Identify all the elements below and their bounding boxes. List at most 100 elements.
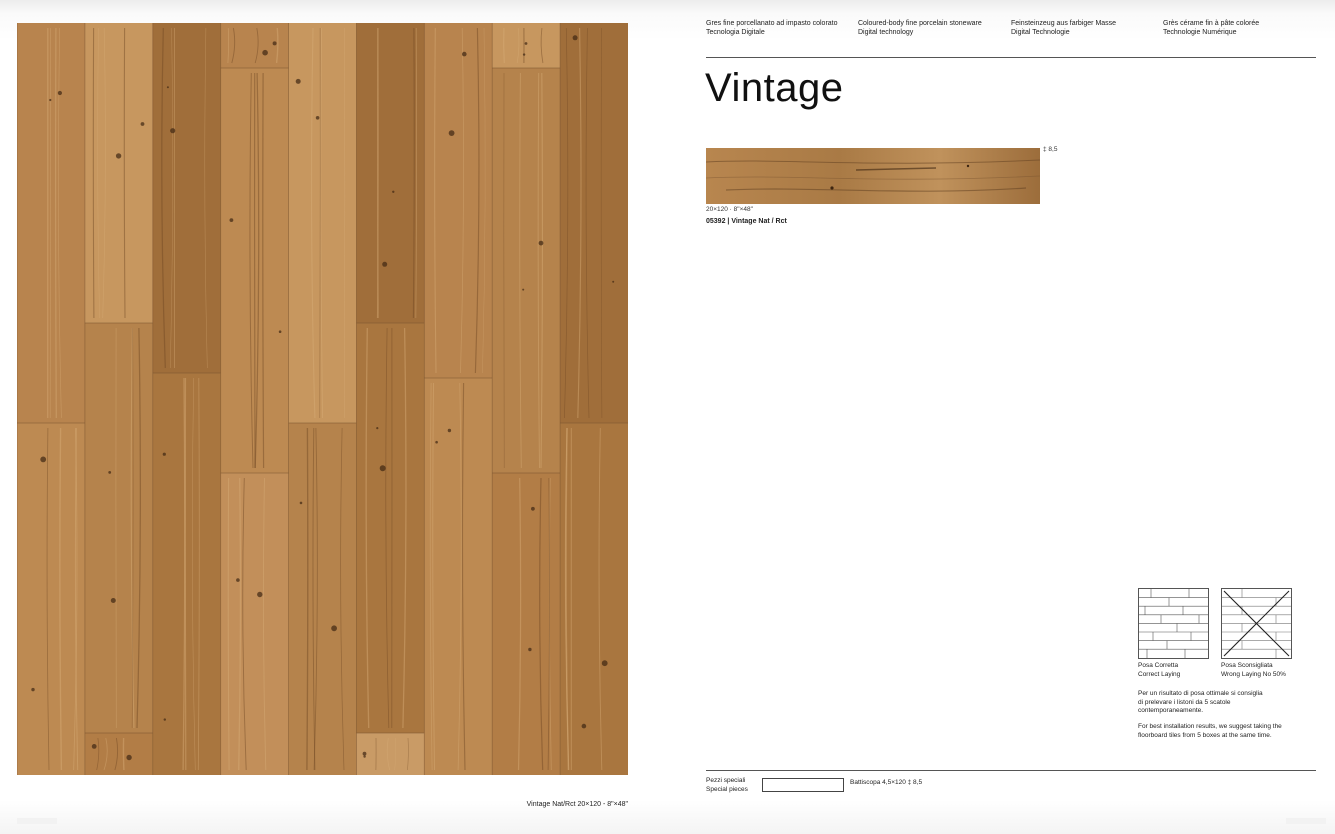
wood-knot bbox=[572, 35, 578, 41]
wood-knot bbox=[236, 578, 240, 582]
wrong-laying-graphic bbox=[1222, 589, 1291, 658]
size-label: 20×120 · 8"×48" bbox=[706, 206, 753, 213]
header-rule bbox=[706, 57, 1316, 58]
page-corner-right bbox=[1286, 818, 1326, 824]
wood-knot bbox=[108, 471, 112, 474]
page-corner-left bbox=[17, 818, 57, 824]
wrong-laying-diagram bbox=[1221, 588, 1292, 659]
wood-knot bbox=[140, 122, 145, 126]
wood-knot bbox=[166, 86, 169, 89]
wood-knot bbox=[612, 280, 615, 283]
special-pieces-it: Pezzi speciali bbox=[706, 777, 746, 784]
wood-knot bbox=[363, 755, 366, 758]
tech-col-fr: Grès cérame fin à pâte colorée Technolog… bbox=[1163, 20, 1313, 37]
wood-knot bbox=[462, 51, 467, 57]
wood-knot bbox=[162, 452, 166, 456]
wood-knot bbox=[115, 153, 122, 159]
wood-knot bbox=[262, 49, 268, 56]
skirting-label: Battiscopa 4,5×120 ‡ 8,5 bbox=[850, 779, 923, 786]
wood-knot bbox=[295, 78, 301, 84]
floor-image bbox=[17, 23, 628, 775]
wood-knot bbox=[448, 130, 455, 136]
floor-plank bbox=[492, 23, 561, 68]
wood-grain bbox=[55, 27, 57, 419]
wood-knot bbox=[581, 723, 587, 729]
floor-plank bbox=[84, 733, 154, 775]
correct-laying-graphic bbox=[1139, 589, 1208, 658]
thickness-label: ‡ 8,5 bbox=[1043, 146, 1058, 153]
tech-col-it: Gres fine porcellanato ad impasto colora… bbox=[706, 20, 856, 37]
floor-plank bbox=[424, 378, 493, 775]
correct-laying-label: Posa Corretta Correct Laying bbox=[1138, 662, 1180, 679]
floor-plank bbox=[220, 473, 290, 775]
wood-knot bbox=[278, 330, 282, 334]
wood-knot bbox=[601, 660, 608, 667]
correct-laying-it: Posa Corretta bbox=[1138, 662, 1179, 669]
wood-knot bbox=[257, 591, 263, 598]
wood-knot bbox=[31, 687, 35, 692]
wood-knot bbox=[331, 625, 337, 632]
wood-knot bbox=[299, 501, 303, 505]
wood-knot bbox=[538, 240, 544, 246]
wood-grain bbox=[503, 27, 505, 64]
skirting-swatch bbox=[762, 778, 844, 792]
floor-plank bbox=[492, 68, 561, 473]
wood-knot bbox=[57, 90, 63, 96]
wood-knot bbox=[379, 465, 386, 472]
wood-knot bbox=[528, 647, 532, 652]
wood-grain bbox=[376, 27, 379, 319]
wood-knot bbox=[229, 218, 234, 223]
floor-plank bbox=[220, 23, 290, 68]
wood-knot bbox=[447, 428, 452, 433]
wood-knot bbox=[315, 116, 320, 120]
wood-knot bbox=[91, 744, 97, 749]
product-code: 05392 | Vintage Nat / Rct bbox=[706, 218, 787, 225]
wood-knot bbox=[126, 754, 132, 761]
tech-line: Grès cérame fin à pâte colorée bbox=[1163, 20, 1260, 27]
floor-plank bbox=[560, 423, 628, 775]
laying-note-en: For best installation results, we sugges… bbox=[1138, 723, 1282, 739]
tech-col-en: Coloured-body fine porcelain stoneware D… bbox=[858, 20, 1008, 37]
tile-wood-graphic bbox=[706, 148, 1040, 204]
wood-grain bbox=[92, 27, 95, 319]
tech-line: Feinsteinzeug aus farbiger Masse bbox=[1011, 20, 1117, 27]
wrong-laying-en: Wrong Laying No 50% bbox=[1221, 670, 1286, 678]
page-title: Vintage bbox=[705, 66, 844, 110]
wood-knot bbox=[435, 440, 438, 444]
wood-knot bbox=[49, 98, 52, 102]
floor-caption: Vintage Nat/Rct 20×120 - 8"×48" bbox=[526, 801, 628, 808]
tile-swatch bbox=[706, 148, 1040, 204]
floor-plank bbox=[84, 23, 154, 323]
floor-plank bbox=[152, 23, 222, 373]
tech-col-de: Feinsteinzeug aus farbiger Masse Digital… bbox=[1011, 20, 1161, 37]
wood-knot bbox=[40, 456, 47, 463]
floor-plank bbox=[17, 23, 86, 423]
wood-knot bbox=[524, 42, 528, 45]
special-pieces-label: Pezzi speciali Special pieces bbox=[706, 777, 748, 794]
wood-knot bbox=[362, 751, 367, 756]
correct-laying-en: Correct Laying bbox=[1138, 670, 1181, 678]
wood-knot bbox=[382, 261, 388, 267]
special-pieces-en: Special pieces bbox=[706, 785, 748, 793]
tech-line: Tecnologia Digitale bbox=[706, 28, 765, 36]
wood-knot bbox=[170, 128, 176, 134]
wood-knot bbox=[522, 53, 526, 56]
floor-plank bbox=[356, 733, 425, 775]
floor-plank bbox=[288, 423, 357, 775]
wood-knot bbox=[272, 41, 277, 46]
wrong-laying-label: Posa Sconsigliata Wrong Laying No 50% bbox=[1221, 662, 1286, 679]
wood-knot bbox=[522, 288, 525, 291]
wood-knot bbox=[163, 718, 166, 721]
tech-line: Digital Technologie bbox=[1011, 28, 1070, 36]
correct-laying-diagram bbox=[1138, 588, 1209, 659]
wood-knot bbox=[531, 506, 535, 511]
wood-knot bbox=[110, 598, 116, 603]
floor-plank bbox=[152, 373, 222, 775]
floor-plank bbox=[560, 23, 628, 423]
tech-line: Digital technology bbox=[858, 28, 914, 36]
wrong-laying-it: Posa Sconsigliata bbox=[1221, 662, 1273, 669]
wood-knot bbox=[376, 427, 379, 430]
wood-knot bbox=[392, 190, 395, 193]
laying-note-it: Per un risultato di posa ottimale si con… bbox=[1138, 690, 1263, 714]
tech-line: Technologie Numérique bbox=[1163, 28, 1237, 36]
